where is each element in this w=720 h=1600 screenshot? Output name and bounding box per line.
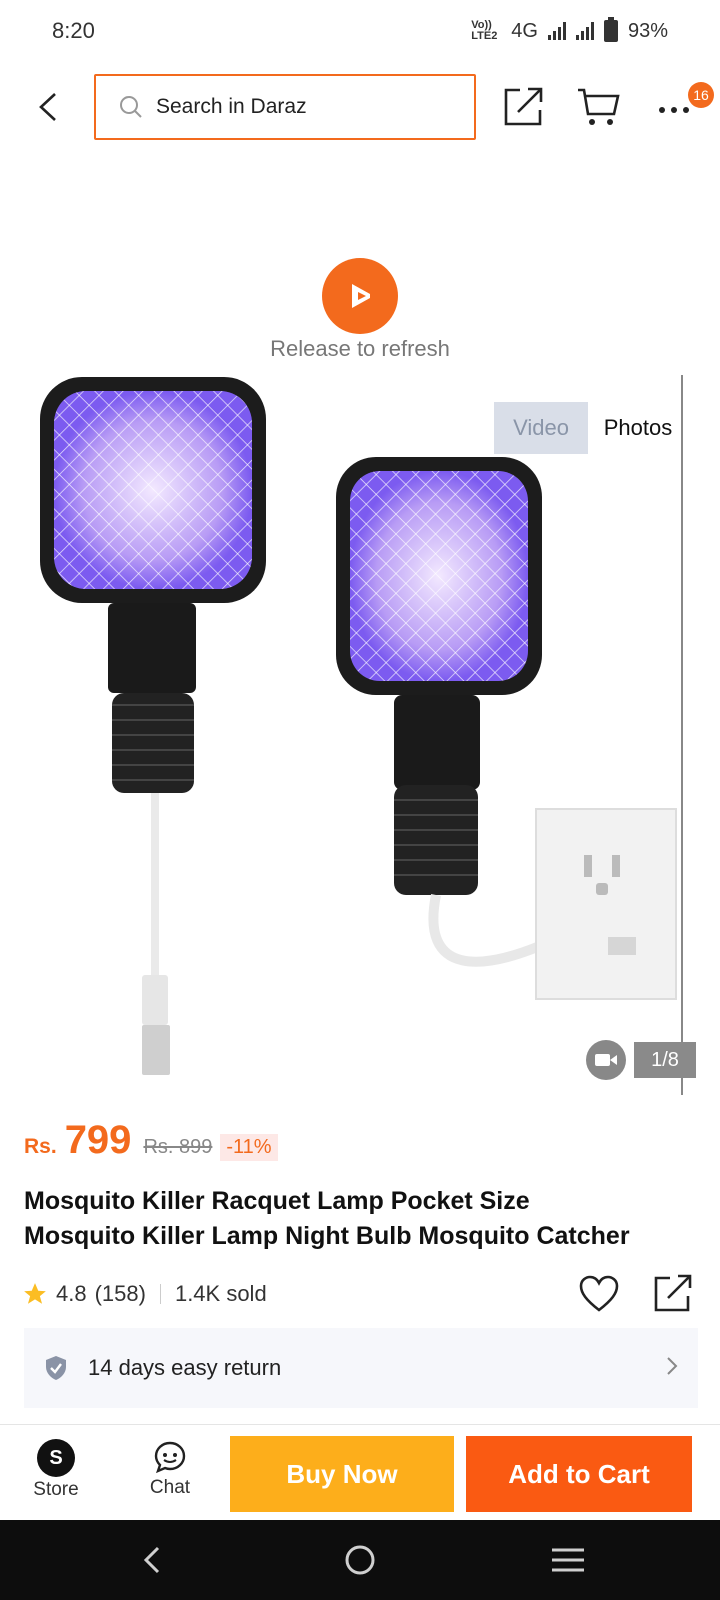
star-icon [24,1283,46,1304]
nav-home-button[interactable] [340,1540,380,1580]
divider [159,1284,161,1304]
chat-label: Chat [149,1477,191,1498]
tab-video[interactable]: Video [494,402,588,454]
store-logo-icon: S [37,1439,75,1477]
product-title-line2: Mosquito Killer Lamp Night Bulb Mosquito… [24,1222,630,1250]
pull-refresh: Release to refresh [0,258,720,362]
chat-button[interactable]: Chat [130,1439,210,1509]
chat-icon [154,1441,186,1474]
original-price: Rs. 899 [143,1136,213,1158]
return-policy-text: 14 days easy return [88,1355,282,1380]
price-row: Rs. 799 Rs. 899 -11% [24,1118,278,1168]
video-play-button[interactable] [586,1040,626,1080]
shield-check-icon [46,1356,66,1380]
product-image [40,377,677,1075]
review-count: (158) [94,1281,146,1306]
system-nav-bar [0,1520,720,1600]
cart-icon [578,88,620,125]
rating-row[interactable]: 4.8 (158) 1.4K sold [22,1274,267,1314]
top-bar: Search in Daraz [0,72,720,142]
price-currency: Rs. [24,1135,57,1158]
image-counter: 1/8 [634,1042,696,1078]
status-bar: 8:20 Vo)) LTE2 4G 93% [0,0,720,62]
volte-indicator: Vo)) LTE2 [471,19,498,42]
nav-menu-icon [552,1548,584,1572]
gallery-divider [681,375,683,1095]
sold-count: 1.4K sold [174,1281,267,1306]
search-input[interactable]: Search in Daraz [94,74,476,140]
share-button[interactable] [502,84,544,128]
nav-back-icon [143,1546,160,1574]
battery-level: 93% [627,19,668,42]
cart-button[interactable] [576,84,622,128]
search-icon [120,96,142,118]
cart-badge: 16 [688,82,714,108]
add-to-cart-button[interactable]: Add to Cart [466,1436,692,1512]
daraz-logo-icon [322,258,398,334]
signal-icon-2 [575,22,594,40]
battery-icon [603,17,618,42]
rating-value: 4.8 [56,1281,87,1306]
nav-recents-button[interactable] [548,1540,588,1580]
price-value: 799 [64,1118,132,1162]
product-title-line1: Mosquito Killer Racquet Lamp Pocket Size [24,1187,530,1215]
refresh-text: Release to refresh [270,336,450,361]
heart-icon [579,1275,619,1312]
share-icon [654,1274,692,1312]
back-button[interactable] [28,85,68,129]
store-button[interactable]: S Store [16,1439,96,1509]
search-placeholder: Search in Daraz [156,95,307,118]
product-title: Mosquito Killer Racquet Lamp Pocket Size… [24,1184,700,1254]
buy-now-button[interactable]: Buy Now [230,1436,454,1512]
status-icons: Vo)) LTE2 4G 93% [471,17,668,43]
product-gallery[interactable]: Video Photos 1/8 [0,375,720,1095]
nav-back-button[interactable] [134,1540,174,1580]
share-icon [504,87,543,126]
bottom-action-bar: S Store Chat Buy Now Add to Cart [0,1424,720,1520]
video-camera-icon [595,1054,617,1066]
signal-icon [547,22,566,40]
discount-badge: -11% [220,1134,278,1161]
share-product-button[interactable] [652,1272,694,1314]
network-type: 4G [511,19,538,42]
chevron-right-icon [667,1357,678,1375]
return-policy-row[interactable]: 14 days easy return [24,1328,698,1408]
store-label: Store [33,1479,79,1500]
back-arrow-icon [39,93,56,121]
tab-photos[interactable]: Photos [588,402,688,454]
media-toggle: Video Photos [494,402,688,454]
nav-home-icon [345,1545,375,1575]
status-time: 8:20 [52,18,95,43]
wishlist-button[interactable] [578,1274,620,1314]
